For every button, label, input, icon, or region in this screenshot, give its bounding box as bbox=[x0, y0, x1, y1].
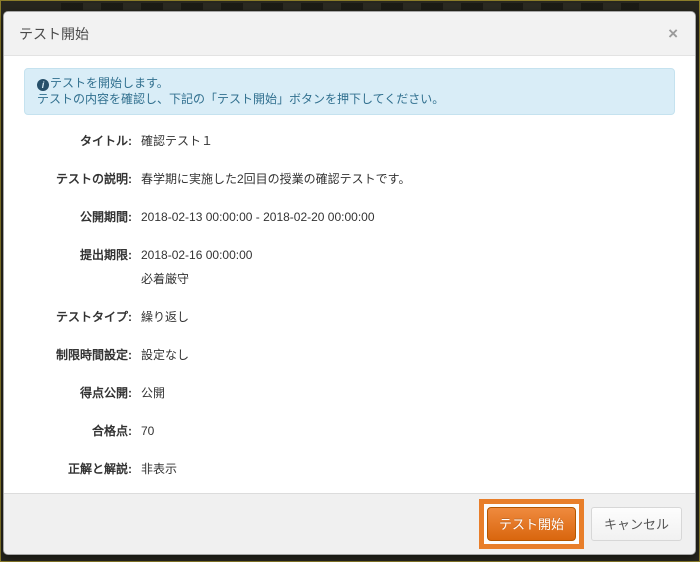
field-label: テストタイプ: bbox=[56, 310, 132, 324]
field-values: 2018-02-16 00:00:00 必着厳守 bbox=[141, 247, 675, 287]
field-values: 繰り返し bbox=[141, 309, 675, 325]
field-values: 設定なし bbox=[141, 347, 675, 363]
test-start-dialog: テスト開始 × i テストを開始します。 テストの内容を確認し、下記の「テスト開始… bbox=[3, 11, 696, 555]
dialog-footer: テスト開始 キャンセル bbox=[4, 493, 695, 554]
field-row: タイトル: 確認テスト１ bbox=[24, 133, 675, 149]
start-button-highlight-ring: テスト開始 bbox=[478, 499, 584, 549]
info-icon: i bbox=[37, 79, 49, 91]
field-row: 正解と解説: 非表示 bbox=[24, 461, 675, 477]
field-values: 確認テスト１ bbox=[141, 133, 675, 149]
field-value-secondary: 必着厳守 bbox=[141, 272, 190, 286]
field-row: 合格点: 70 bbox=[24, 423, 675, 439]
field-value: 確認テスト１ bbox=[141, 134, 214, 148]
field-label: 得点公開: bbox=[80, 386, 132, 400]
field-values: 非表示 bbox=[141, 461, 675, 477]
field-values: 70 bbox=[141, 423, 675, 439]
test-start-button[interactable]: テスト開始 bbox=[486, 507, 576, 541]
field-label: 制限時間設定: bbox=[56, 348, 132, 362]
dimmed-page-background bbox=[61, 3, 639, 10]
field-row: 公開期間: 2018-02-13 00:00:00 - 2018-02-20 0… bbox=[24, 209, 675, 225]
info-alert-line2: テストの内容を確認し、下記の「テスト開始」ボタンを押下してください。 bbox=[37, 92, 445, 106]
field-label: テストの説明: bbox=[56, 172, 132, 186]
info-alert-line1: i テストを開始します。 bbox=[37, 75, 662, 91]
field-value: 2018-02-16 00:00:00 bbox=[141, 248, 253, 262]
field-value: 70 bbox=[141, 424, 155, 438]
field-values: 公開 bbox=[141, 385, 675, 401]
info-alert-text1: テストを開始します。 bbox=[50, 76, 169, 90]
field-value: 公開 bbox=[141, 386, 166, 400]
field-value: 非表示 bbox=[141, 462, 178, 476]
field-label: タイトル: bbox=[80, 134, 132, 148]
field-value: 繰り返し bbox=[141, 310, 190, 324]
close-icon[interactable]: × bbox=[666, 25, 680, 42]
field-row: テストの説明: 春学期に実施した2回目の授業の確認テストです。 bbox=[24, 171, 675, 187]
page: { "modal": { "title": "テスト開始", "close_la… bbox=[0, 0, 700, 562]
field-value: 春学期に実施した2回目の授業の確認テストです。 bbox=[141, 172, 411, 186]
field-label: 正解と解説: bbox=[68, 462, 132, 476]
dialog-header: テスト開始 × bbox=[4, 12, 695, 56]
field-label: 公開期間: bbox=[80, 210, 132, 224]
field-list: タイトル: 確認テスト１ テストの説明: 春学期に実施した2回目の授業の確認テス… bbox=[24, 133, 675, 477]
field-label: 提出期限: bbox=[80, 248, 132, 262]
cancel-button[interactable]: キャンセル bbox=[590, 507, 682, 541]
field-values: 春学期に実施した2回目の授業の確認テストです。 bbox=[141, 171, 675, 187]
field-row: 得点公開: 公開 bbox=[24, 385, 675, 401]
dialog-title: テスト開始 bbox=[19, 26, 89, 42]
info-alert: i テストを開始します。 テストの内容を確認し、下記の「テスト開始」ボタンを押下し… bbox=[24, 68, 675, 115]
field-label: 合格点: bbox=[92, 424, 132, 438]
field-values: 2018-02-13 00:00:00 - 2018-02-20 00:00:0… bbox=[141, 209, 675, 225]
dialog-body: i テストを開始します。 テストの内容を確認し、下記の「テスト開始」ボタンを押下し… bbox=[4, 56, 695, 493]
field-row: 提出期限: 2018-02-16 00:00:00 必着厳守 bbox=[24, 247, 675, 287]
field-value: 2018-02-13 00:00:00 - 2018-02-20 00:00:0… bbox=[141, 210, 375, 224]
field-row: テストタイプ: 繰り返し bbox=[24, 309, 675, 325]
field-value: 設定なし bbox=[141, 348, 190, 362]
field-row: 制限時間設定: 設定なし bbox=[24, 347, 675, 363]
